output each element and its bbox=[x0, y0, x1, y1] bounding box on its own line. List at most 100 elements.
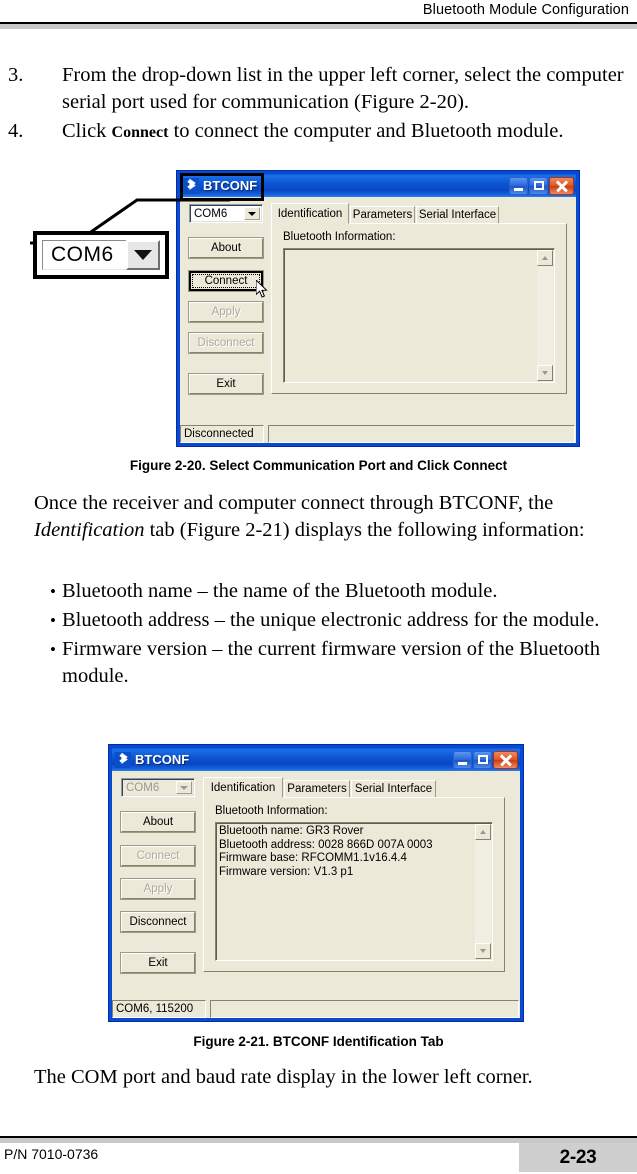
tab-serial-interface[interactable]: Serial Interface bbox=[416, 206, 499, 224]
tab-parameters[interactable]: Parameters bbox=[350, 206, 415, 224]
chevron-down-icon bbox=[176, 781, 192, 794]
close-icon[interactable] bbox=[549, 176, 574, 195]
bullet-text: Bluetooth address – the unique electroni… bbox=[62, 609, 600, 631]
tab-strip[interactable]: Identification Parameters Serial Interfa… bbox=[203, 777, 503, 798]
maximize-icon[interactable] bbox=[529, 176, 548, 195]
step-4-text-before: Click bbox=[62, 120, 112, 142]
bullet-list: • Bluetooth name – the name of the Bluet… bbox=[0, 578, 637, 692]
bluetooth-information-text: Bluetooth name: GR3 Rover Bluetooth addr… bbox=[219, 825, 433, 878]
tab-serial-interface-label: Serial Interface bbox=[354, 783, 433, 795]
tab-parameters-label: Parameters bbox=[352, 209, 413, 221]
tab-identification-label: Identification bbox=[210, 781, 276, 794]
bluetooth-information-textbox[interactable]: Bluetooth name: GR3 Rover Bluetooth addr… bbox=[215, 822, 493, 961]
status-bar: Disconnected bbox=[180, 425, 576, 443]
exit-button[interactable]: Exit bbox=[120, 952, 196, 974]
com-port-callout: COM6 bbox=[33, 231, 169, 279]
status-pane-message bbox=[210, 1000, 519, 1018]
tab-parameters-label: Parameters bbox=[287, 783, 347, 795]
disconnect-button[interactable]: Disconnect bbox=[120, 911, 196, 933]
paragraph-line-1: Once the receiver and computer connect t… bbox=[34, 492, 554, 514]
textbox-scrollbar[interactable] bbox=[475, 824, 491, 959]
page-header: Bluetooth Module Configuration bbox=[0, 0, 637, 29]
connect-button-label: Connect bbox=[136, 850, 180, 862]
page-footer: P/N 7010-0736 2-23 bbox=[0, 1136, 637, 1174]
connect-button[interactable]: Connect bbox=[188, 270, 264, 292]
figure-2-21-caption: Figure 2-21. BTCONF Identification Tab bbox=[193, 1034, 444, 1049]
tab-identification[interactable]: Identification bbox=[203, 777, 283, 798]
btconf-window-disconnected[interactable]: BTCONF COM6 About Connect Apply Disconne… bbox=[176, 170, 580, 447]
bullet-text: Firmware version – the current firmware … bbox=[62, 638, 600, 687]
header-title: Bluetooth Module Configuration bbox=[422, 2, 629, 18]
disconnect-button-label: Disconnect bbox=[197, 337, 255, 349]
scroll-down-icon[interactable] bbox=[475, 943, 491, 959]
tab-serial-interface[interactable]: Serial Interface bbox=[351, 780, 436, 798]
apply-button: Apply bbox=[120, 878, 196, 900]
exit-button[interactable]: Exit bbox=[188, 373, 264, 395]
bullet-text: Bluetooth name – the name of the Bluetoo… bbox=[62, 580, 498, 602]
window-controls[interactable] bbox=[453, 750, 518, 769]
disconnect-button: Disconnect bbox=[188, 332, 264, 354]
paragraph-com-port: The COM port and baud rate display in th… bbox=[34, 1066, 533, 1088]
title-bar[interactable]: BTCONF bbox=[112, 748, 520, 771]
tab-serial-interface-label: Serial Interface bbox=[418, 209, 497, 221]
bullet-item: • Firmware version – the current firmwar… bbox=[0, 636, 637, 690]
status-pane-connection: Disconnected bbox=[180, 425, 264, 443]
step-4-bold-connect: Connect bbox=[111, 124, 169, 141]
btconf-window-connected[interactable]: BTCONF COM6 About Connect Apply Disconne… bbox=[108, 744, 524, 1022]
scroll-up-icon[interactable] bbox=[537, 250, 553, 266]
tab-identification-label: Identification bbox=[277, 207, 343, 220]
header-rule-gray bbox=[0, 24, 637, 29]
minimize-icon[interactable] bbox=[509, 176, 528, 195]
about-button-label: About bbox=[142, 816, 174, 828]
focus-ring bbox=[192, 274, 260, 288]
exit-button-label: Exit bbox=[216, 378, 236, 390]
status-pane-message bbox=[268, 425, 575, 443]
numbered-step-4: 4. Click Connect to connect the computer… bbox=[0, 118, 637, 147]
disconnect-button-label: Disconnect bbox=[129, 916, 187, 928]
tab-page-identification: Bluetooth Information: bbox=[271, 223, 567, 394]
apply-button-label: Apply bbox=[211, 306, 241, 318]
close-icon[interactable] bbox=[493, 750, 518, 769]
minimize-icon[interactable] bbox=[453, 750, 472, 769]
bullet-dot-icon: • bbox=[50, 611, 56, 630]
apply-button: Apply bbox=[188, 301, 264, 323]
page-number: 2-23 bbox=[559, 1147, 597, 1168]
mouse-cursor-icon bbox=[255, 278, 270, 300]
bluetooth-information-textbox[interactable] bbox=[283, 248, 555, 383]
tab-parameters[interactable]: Parameters bbox=[284, 780, 350, 798]
window-client-area: COM6 About Connect Apply Disconnect Exit… bbox=[112, 771, 520, 1018]
status-connection-text: Disconnected bbox=[184, 428, 254, 440]
bullet-dot-icon: • bbox=[50, 640, 56, 659]
step-3-text: From the drop-down list in the upper lef… bbox=[62, 64, 624, 113]
part-number: P/N 7010-0736 bbox=[4, 1146, 99, 1162]
scroll-down-icon[interactable] bbox=[537, 365, 553, 381]
maximize-icon[interactable] bbox=[473, 750, 492, 769]
tab-page-identification: Bluetooth Information: Bluetooth name: G… bbox=[203, 797, 505, 972]
com-port-value: COM6 bbox=[126, 781, 160, 794]
exit-button-label: Exit bbox=[148, 957, 168, 969]
bluetooth-information-label: Bluetooth Information: bbox=[215, 805, 328, 817]
window-controls[interactable] bbox=[509, 176, 574, 195]
window-client-area: COM6 About Connect Apply Disconnect Exit bbox=[180, 197, 576, 443]
callout-combo-value: COM6 bbox=[51, 243, 114, 266]
scroll-up-icon[interactable] bbox=[475, 824, 491, 840]
tab-strip[interactable]: Identification Parameters Serial Interfa… bbox=[271, 203, 567, 224]
status-bar: COM6, 115200 bbox=[112, 1000, 520, 1018]
about-button[interactable]: About bbox=[120, 811, 196, 833]
bullet-item: • Bluetooth address – the unique electro… bbox=[0, 607, 637, 634]
bluetooth-icon bbox=[115, 751, 131, 768]
bluetooth-information-label: Bluetooth Information: bbox=[283, 231, 396, 243]
paragraph-line-2: tab (Figure 2-21) displays the following… bbox=[144, 519, 585, 541]
bullet-item: • Bluetooth name – the name of the Bluet… bbox=[0, 578, 637, 605]
figure-2-20-caption: Figure 2-20. Select Communication Port a… bbox=[129, 458, 508, 473]
window-title: BTCONF bbox=[135, 752, 190, 767]
step-3-marker: 3. bbox=[8, 64, 24, 86]
apply-button-label: Apply bbox=[143, 883, 173, 895]
chevron-down-icon[interactable] bbox=[244, 207, 260, 220]
paragraph-italic-identification: Identification bbox=[34, 519, 145, 541]
tab-identification[interactable]: Identification bbox=[271, 203, 349, 224]
numbered-step-3: 3. From the drop-down list in the upper … bbox=[0, 62, 637, 118]
com-port-combo: COM6 bbox=[121, 778, 195, 797]
bullet-dot-icon: • bbox=[50, 582, 56, 601]
textbox-scrollbar[interactable] bbox=[537, 250, 553, 381]
